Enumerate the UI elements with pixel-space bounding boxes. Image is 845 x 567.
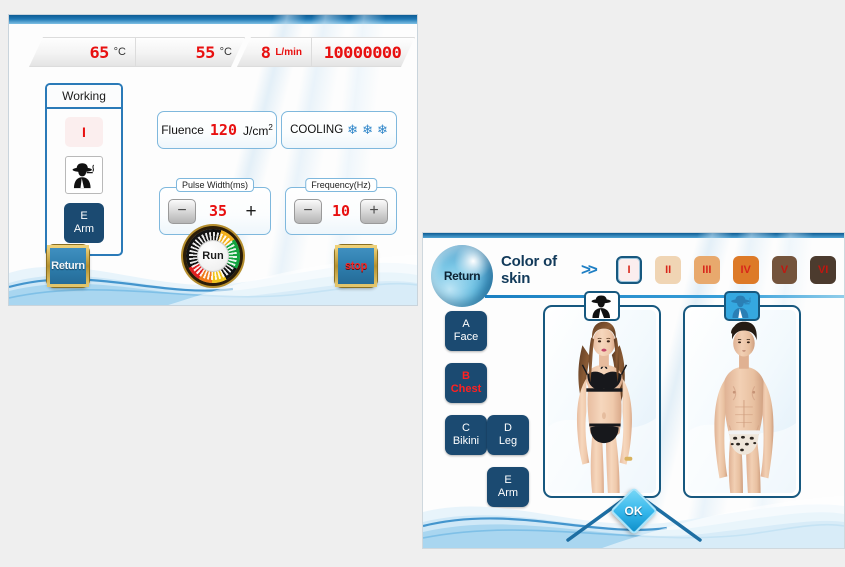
snowflake-icon: ❄	[376, 122, 388, 137]
skin-selection-screen-panel: Return Color of skin >> I II III IV V VI…	[422, 232, 845, 549]
snowflake-icon: ❄	[347, 122, 359, 137]
frequency-legend: Frequency(Hz)	[305, 178, 377, 192]
body-part-code: B	[462, 370, 470, 383]
readout-water-temp-out: 55 °C	[135, 37, 245, 67]
gender-card-female[interactable]	[543, 291, 661, 498]
frequency-decrement-button[interactable]: −	[294, 198, 322, 224]
pulse-width-decrement-button[interactable]: −	[168, 198, 196, 224]
flow-rate-value: 8	[260, 42, 271, 62]
pulse-width-increment-button[interactable]: +	[240, 199, 262, 224]
water-temp-in-value: 65	[89, 42, 110, 62]
skin-tone-option-iv[interactable]: IV	[732, 256, 759, 284]
return-button[interactable]: Return	[47, 245, 89, 287]
skin-tone-option-ii[interactable]: II	[655, 256, 682, 284]
fluence-unit: J/cm2	[243, 122, 273, 138]
frequency-value: 10	[331, 202, 351, 220]
screenshot-stage: 65 °C 55 °C 8 L/min 10000000 Working I E…	[0, 0, 845, 567]
skin-tone-option-i[interactable]: I	[615, 256, 643, 284]
stop-button[interactable]: stop	[335, 245, 377, 287]
body-part-button-bikini[interactable]: C Bikini	[445, 415, 487, 455]
skin-tone-label: V	[780, 264, 789, 276]
pulse-width-legend: Pulse Width(ms)	[175, 178, 255, 192]
flow-rate-unit: L/min	[275, 46, 302, 58]
gender-card-male[interactable]	[683, 291, 801, 498]
body-part-button-chest[interactable]: B Chest	[445, 363, 487, 403]
header-divider	[485, 295, 844, 298]
skin-tone-option-vi[interactable]: VI	[810, 256, 837, 284]
fluence-label: Fluence	[161, 123, 204, 137]
right-panel-titlebar	[423, 233, 844, 238]
body-part-button-leg[interactable]: D Leg	[487, 415, 529, 455]
return-button-label: Return	[443, 269, 481, 283]
body-part-name: Chest	[450, 383, 482, 395]
skin-tone-label: VI	[817, 264, 829, 276]
cooling-display[interactable]: COOLING ❄ ❄ ❄	[281, 111, 397, 149]
body-part-button-face[interactable]: A Face	[445, 311, 487, 351]
skin-tone-option-iii[interactable]: III	[694, 256, 720, 284]
frequency-control: Frequency(Hz) − 10 +	[285, 178, 397, 235]
skin-tone-label: IV	[740, 264, 751, 276]
fluence-value: 120	[209, 121, 237, 139]
skin-type-indicator: I	[65, 117, 103, 147]
readout-shot-counter: 10000000	[311, 37, 415, 67]
skin-tone-label: III	[702, 264, 712, 276]
shot-counter-value: 10000000	[324, 42, 402, 62]
body-part-code: D	[504, 422, 512, 435]
left-panel-titlebar	[9, 15, 417, 24]
skin-color-title: Color of skin	[501, 253, 557, 287]
skin-tone-label: II	[665, 264, 672, 276]
ok-button-label: OK	[624, 504, 643, 518]
status-readout-bar: 65 °C 55 °C 8 L/min 10000000	[9, 37, 417, 75]
female-silhouette-icon[interactable]	[584, 291, 620, 321]
working-panel-items: I E Arm	[47, 109, 121, 243]
run-button[interactable]: Run	[186, 229, 240, 283]
body-part-name: Leg	[498, 435, 518, 447]
run-button-label: Run	[197, 240, 229, 272]
water-temp-in-unit: °C	[113, 46, 126, 58]
water-temp-out-value: 55	[195, 42, 216, 62]
skin-color-selector: Color of skin >> I II III IV V VI	[501, 253, 837, 287]
male-silhouette-icon[interactable]	[724, 291, 760, 321]
skin-tone-option-v[interactable]: V	[771, 256, 798, 284]
male-model-photo	[688, 310, 796, 493]
working-region-chip[interactable]: E Arm	[64, 203, 104, 243]
skin-tone-label: I	[627, 264, 631, 276]
working-panel-title: Working	[47, 85, 121, 109]
working-panel: Working I E Arm	[45, 83, 123, 256]
chevron-right-double-icon: >>	[580, 260, 598, 279]
body-part-code: A	[462, 318, 470, 331]
pulse-width-control: Pulse Width(ms) − 35 +	[159, 178, 271, 235]
readout-flow-rate: 8 L/min	[237, 37, 315, 67]
water-temp-out-unit: °C	[219, 46, 232, 58]
return-button[interactable]: Return	[431, 245, 493, 307]
ok-button[interactable]: OK	[564, 486, 704, 542]
working-region-code: E	[80, 210, 88, 223]
pulse-width-value: 35	[208, 202, 228, 220]
fluence-display[interactable]: Fluence 120 J/cm2	[157, 111, 277, 149]
female-model-photo	[548, 310, 656, 493]
snowflake-icon: ❄	[362, 122, 373, 137]
person-silhouette-icon[interactable]	[65, 156, 103, 194]
readout-water-temp-in: 65 °C	[29, 37, 139, 67]
working-region-name: Arm	[73, 223, 95, 235]
body-part-name: Face	[453, 331, 479, 343]
cooling-label: COOLING	[290, 124, 344, 136]
body-part-name: Bikini	[452, 435, 480, 447]
working-screen-panel: 65 °C 55 °C 8 L/min 10000000 Working I E…	[8, 14, 418, 306]
body-part-code: C	[462, 422, 470, 435]
frequency-increment-button[interactable]: +	[360, 198, 388, 224]
